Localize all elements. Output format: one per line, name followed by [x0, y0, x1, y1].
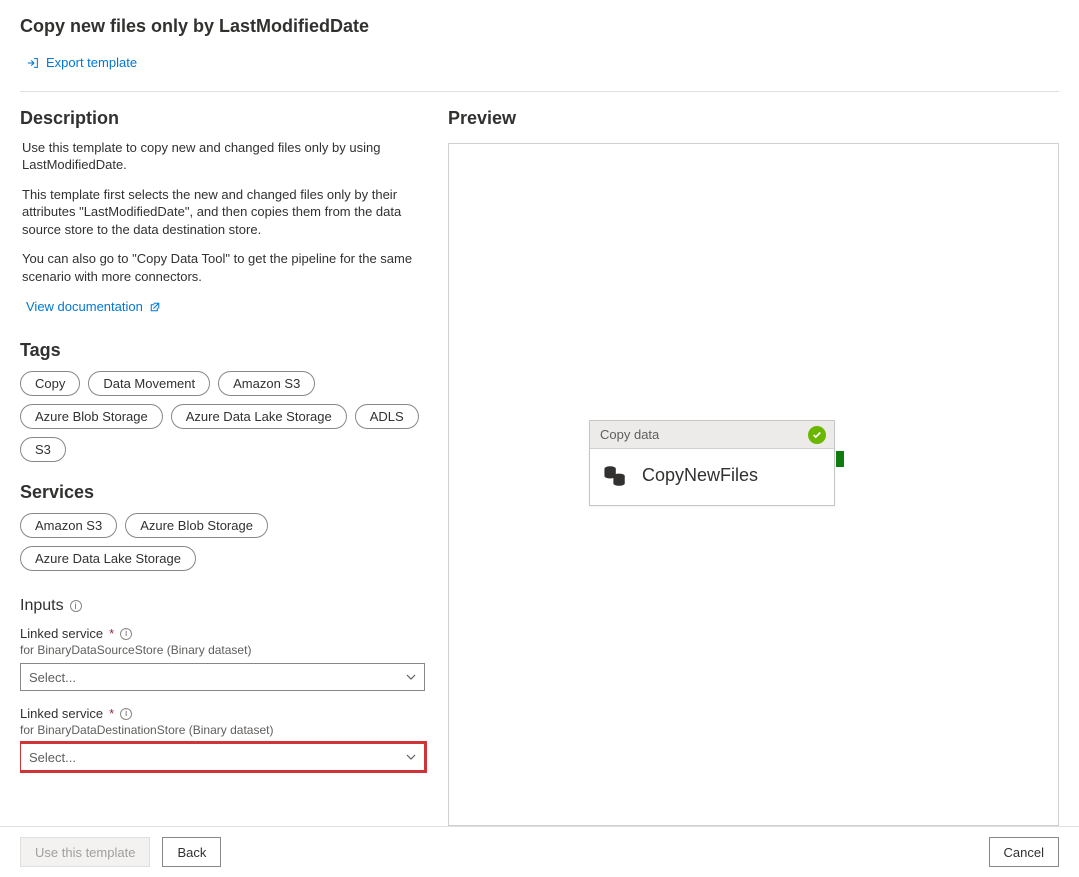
input-field-source: Linked service * i for BinaryDataSourceS…: [20, 625, 426, 691]
view-documentation-link[interactable]: View documentation: [26, 299, 161, 314]
footer-bar: Use this template Back Cancel: [0, 826, 1079, 877]
services-chips: Amazon S3 Azure Blob Storage Azure Data …: [20, 513, 426, 571]
info-icon[interactable]: i: [70, 600, 82, 612]
right-panel: Preview Copy data CopyNewFiles: [448, 102, 1059, 827]
description-p3: You can also go to "Copy Data Tool" to g…: [22, 250, 426, 285]
left-panel: Description Use this template to copy ne…: [20, 102, 448, 827]
tags-heading: Tags: [20, 340, 426, 361]
linked-service-source-select[interactable]: Select...: [20, 663, 425, 691]
inputs-heading: Inputs i: [20, 597, 82, 615]
activity-name: CopyNewFiles: [642, 465, 758, 486]
export-template-link[interactable]: Export template: [26, 55, 137, 70]
tag-chip[interactable]: Copy: [20, 371, 80, 396]
tags-chips: Copy Data Movement Amazon S3 Azure Blob …: [20, 371, 426, 462]
info-icon[interactable]: i: [120, 708, 132, 720]
required-mark: *: [109, 626, 114, 641]
preview-canvas[interactable]: Copy data CopyNewFiles: [448, 143, 1059, 827]
status-success-icon: [808, 426, 826, 444]
description-heading: Description: [20, 108, 426, 129]
info-icon[interactable]: i: [120, 628, 132, 640]
inputs-heading-text: Inputs: [20, 597, 64, 615]
tag-chip[interactable]: ADLS: [355, 404, 419, 429]
tag-chip[interactable]: Data Movement: [88, 371, 210, 396]
chevron-down-icon: [406, 752, 416, 762]
export-template-label: Export template: [46, 55, 137, 70]
back-button[interactable]: Back: [162, 837, 221, 867]
database-copy-icon: [602, 463, 628, 489]
field-subtext: for BinaryDataSourceStore (Binary datase…: [20, 643, 426, 657]
activity-card[interactable]: Copy data CopyNewFiles: [589, 420, 835, 506]
tag-chip[interactable]: Azure Data Lake Storage: [171, 404, 347, 429]
input-field-destination: Linked service * i for BinaryDataDestina…: [20, 705, 426, 771]
linked-service-destination-select[interactable]: Select...: [20, 743, 425, 771]
description-p2: This template first selects the new and …: [22, 186, 426, 239]
connector-handle[interactable]: [836, 451, 844, 467]
description-p1: Use this template to copy new and change…: [22, 139, 426, 174]
service-chip[interactable]: Azure Data Lake Storage: [20, 546, 196, 571]
tag-chip[interactable]: Azure Blob Storage: [20, 404, 163, 429]
view-documentation-label: View documentation: [26, 299, 143, 314]
description-block: Use this template to copy new and change…: [20, 139, 426, 286]
select-placeholder: Select...: [29, 750, 76, 765]
select-placeholder: Select...: [29, 670, 76, 685]
preview-heading: Preview: [448, 108, 1059, 129]
field-subtext: for BinaryDataDestinationStore (Binary d…: [20, 723, 426, 737]
external-link-icon: [149, 301, 161, 313]
tag-chip[interactable]: Amazon S3: [218, 371, 315, 396]
service-chip[interactable]: Azure Blob Storage: [125, 513, 268, 538]
page-title: Copy new files only by LastModifiedDate: [20, 16, 1059, 37]
activity-header: Copy data: [590, 421, 834, 449]
cancel-button[interactable]: Cancel: [989, 837, 1059, 867]
required-mark: *: [109, 706, 114, 721]
export-icon: [26, 56, 40, 70]
page-header: Copy new files only by LastModifiedDate …: [0, 0, 1079, 85]
chevron-down-icon: [406, 672, 416, 682]
activity-type-label: Copy data: [600, 427, 659, 442]
tag-chip[interactable]: S3: [20, 437, 66, 462]
field-label-text: Linked service: [20, 706, 103, 721]
service-chip[interactable]: Amazon S3: [20, 513, 117, 538]
services-heading: Services: [20, 482, 426, 503]
use-this-template-button: Use this template: [20, 837, 150, 867]
field-label-text: Linked service: [20, 626, 103, 641]
activity-body: CopyNewFiles: [590, 449, 834, 505]
main-content: Description Use this template to copy ne…: [0, 92, 1079, 827]
